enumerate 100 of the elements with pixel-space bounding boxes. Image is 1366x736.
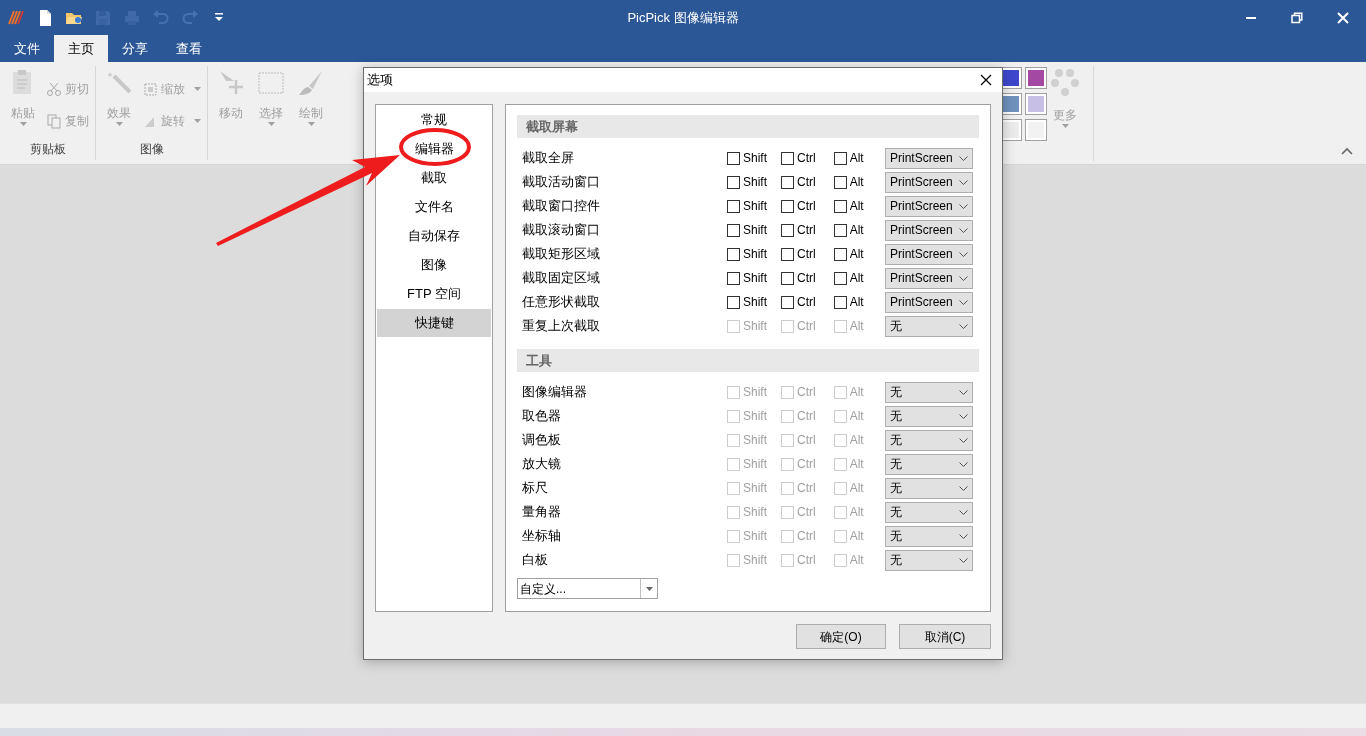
modifier-checkbox[interactable]: Ctrl bbox=[781, 245, 816, 263]
window-title: PicPick 图像编辑器 bbox=[627, 9, 739, 25]
shortcut-label: 量角器 bbox=[522, 503, 562, 522]
modifier-checkbox[interactable]: Shift bbox=[727, 269, 767, 287]
collapse-icon[interactable] bbox=[1341, 147, 1353, 155]
dialog-button[interactable]: 确定(O) bbox=[796, 624, 886, 649]
category-item[interactable]: 快捷键 bbox=[377, 309, 491, 337]
modifier-checkbox[interactable]: Ctrl bbox=[781, 221, 816, 239]
chevron-icon bbox=[959, 251, 968, 257]
modifier-checkbox[interactable]: Alt bbox=[833, 245, 864, 263]
modifier-checkbox[interactable]: Shift bbox=[727, 173, 767, 191]
shortcut-label: 截取全屏 bbox=[522, 149, 575, 168]
shortcut-label: 截取固定区域 bbox=[522, 269, 601, 288]
modifier-checkbox[interactable]: Ctrl bbox=[781, 293, 816, 311]
shortcut-label: 取色器 bbox=[522, 407, 562, 426]
caret-icon bbox=[1061, 124, 1069, 128]
chevron-icon bbox=[959, 485, 968, 491]
shortcut-label: 截取矩形区域 bbox=[522, 245, 601, 264]
category-item[interactable]: 截取 bbox=[377, 164, 491, 192]
shortcut-label: 图像编辑器 bbox=[522, 383, 588, 402]
chevron-icon bbox=[959, 461, 968, 467]
shortcut-label: 截取活动窗口 bbox=[522, 173, 601, 192]
chevron-icon bbox=[959, 509, 968, 515]
shortcut-label: 调色板 bbox=[522, 431, 562, 450]
caret-icon bbox=[267, 122, 275, 126]
shortcut-label: 白板 bbox=[522, 551, 549, 570]
category-item[interactable]: 自动保存 bbox=[377, 222, 491, 250]
ribbon-tab[interactable]: 查看 bbox=[162, 35, 216, 62]
category-item[interactable]: FTP 空间 bbox=[377, 280, 491, 308]
dialog-button[interactable]: 取消(C) bbox=[899, 624, 991, 649]
category-item[interactable]: 图像 bbox=[377, 251, 491, 279]
group-label: 图像 bbox=[138, 141, 165, 158]
chevron-icon bbox=[959, 227, 968, 233]
modifier-checkbox[interactable]: Ctrl bbox=[781, 269, 816, 287]
modifier-checkbox[interactable]: Alt bbox=[833, 173, 864, 191]
shortcut-label: 截取滚动窗口 bbox=[522, 221, 601, 240]
modifier-checkbox[interactable]: Alt bbox=[833, 221, 864, 239]
restore-icon bbox=[1291, 11, 1303, 24]
ribbon-tab[interactable]: 分享 bbox=[108, 35, 162, 62]
minimize-icon bbox=[1246, 16, 1256, 19]
modifier-checkbox[interactable]: Ctrl bbox=[781, 149, 816, 167]
caret-icon bbox=[19, 122, 27, 126]
chevron-icon bbox=[959, 389, 968, 395]
color-swatch[interactable] bbox=[1001, 120, 1021, 140]
caret-icon bbox=[194, 119, 201, 123]
color-swatch[interactable] bbox=[1026, 94, 1046, 114]
color-swatch[interactable] bbox=[1001, 94, 1021, 114]
chevron-icon bbox=[959, 179, 968, 185]
chevron-icon bbox=[959, 323, 968, 329]
chevron-icon bbox=[959, 413, 968, 419]
chevron-icon bbox=[959, 275, 968, 281]
modifier-checkbox[interactable]: Ctrl bbox=[781, 197, 816, 215]
chevron-icon bbox=[959, 557, 968, 563]
section-header: 工具 bbox=[517, 349, 979, 372]
scissors-icon bbox=[46, 81, 62, 97]
chevron-icon bbox=[959, 533, 968, 539]
resize-icon bbox=[142, 81, 158, 97]
chevron-icon bbox=[959, 437, 968, 443]
category-item[interactable]: 文件名 bbox=[377, 193, 491, 221]
color-swatch[interactable] bbox=[1026, 120, 1046, 140]
ribbon-tab[interactable]: 文件 bbox=[0, 35, 54, 62]
color-swatch[interactable] bbox=[1001, 68, 1021, 88]
shortcut-label: 重复上次截取 bbox=[522, 317, 601, 336]
key-dropdown[interactable]: PrintScreen bbox=[885, 171, 973, 193]
shortcut-label: 任意形状截取 bbox=[522, 293, 601, 312]
group-label: 剪贴板 bbox=[28, 141, 67, 158]
category-item[interactable]: 编辑器 bbox=[377, 135, 491, 163]
modifier-checkbox[interactable]: Alt bbox=[833, 293, 864, 311]
modifier-checkbox[interactable]: Shift bbox=[727, 293, 767, 311]
key-dropdown[interactable]: PrintScreen bbox=[885, 267, 973, 289]
dialog-title: 选项 bbox=[367, 71, 393, 90]
category-item[interactable]: 常规 bbox=[377, 106, 491, 134]
close-icon bbox=[1337, 11, 1349, 24]
key-dropdown[interactable]: PrintScreen bbox=[885, 195, 973, 217]
chevron-icon bbox=[959, 203, 968, 209]
modifier-checkbox[interactable]: Shift bbox=[727, 221, 767, 239]
key-dropdown[interactable]: PrintScreen bbox=[885, 291, 973, 313]
modifier-checkbox[interactable]: Ctrl bbox=[781, 173, 816, 191]
preset-dropdown[interactable]: 自定义... bbox=[517, 578, 658, 599]
ribbon-tab[interactable]: 主页 bbox=[54, 35, 108, 62]
modifier-checkbox[interactable]: Shift bbox=[727, 149, 767, 167]
shortcut-label: 放大镜 bbox=[522, 455, 562, 474]
shortcut-label: 标尺 bbox=[522, 479, 549, 498]
caret-icon bbox=[194, 87, 201, 91]
caret-icon bbox=[307, 122, 315, 126]
modifier-checkbox[interactable]: Alt bbox=[833, 149, 864, 167]
shortcut-label: 坐标轴 bbox=[522, 527, 562, 546]
color-swatch[interactable] bbox=[1026, 68, 1046, 88]
palette-icon bbox=[1050, 68, 1080, 98]
caret-icon bbox=[645, 586, 653, 591]
section-header: 截取屏幕 bbox=[517, 115, 979, 138]
modifier-checkbox[interactable]: Shift bbox=[727, 245, 767, 263]
modifier-checkbox[interactable]: Alt bbox=[833, 269, 864, 287]
key-dropdown[interactable]: PrintScreen bbox=[885, 243, 973, 265]
chevron-icon bbox=[959, 155, 968, 161]
key-dropdown[interactable]: PrintScreen bbox=[885, 147, 973, 169]
modifier-checkbox[interactable]: Shift bbox=[727, 197, 767, 215]
key-dropdown[interactable]: PrintScreen bbox=[885, 219, 973, 241]
shortcut-label: 截取窗口控件 bbox=[522, 197, 601, 216]
modifier-checkbox[interactable]: Alt bbox=[833, 197, 864, 215]
